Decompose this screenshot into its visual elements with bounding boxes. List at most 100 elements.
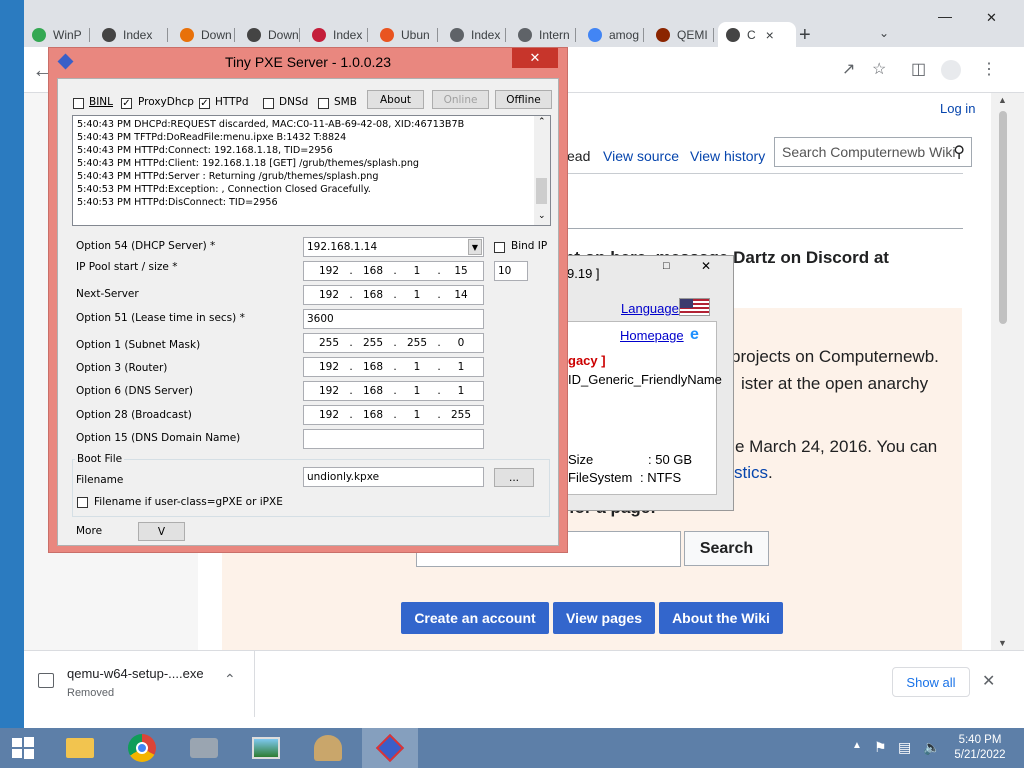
httpd-checkbox[interactable]: ✓	[199, 98, 210, 109]
browser-tab[interactable]: amog	[580, 22, 644, 47]
close-window-icon[interactable]: ✕	[986, 10, 997, 26]
opt54-label: Option 54 (DHCP Server) *	[76, 240, 216, 252]
taskbar-user-app[interactable]	[300, 728, 356, 768]
ip-octet: 1	[413, 265, 421, 277]
log-scrollbar[interactable]: ⌃ ⌄	[534, 116, 550, 225]
browser-tab[interactable]: Index	[442, 22, 506, 47]
pool-size-field[interactable]: 10	[494, 261, 528, 281]
new-tab-button[interactable]: +	[799, 24, 811, 47]
network-icon[interactable]: ▤	[898, 739, 911, 756]
volume-muted-icon[interactable]: 🔈	[923, 739, 940, 756]
bindip-checkbox[interactable]	[494, 242, 505, 253]
taskbar-scanner[interactable]	[176, 728, 232, 768]
filename-if-checkbox[interactable]	[77, 497, 88, 508]
download-status: Removed	[67, 687, 115, 699]
statistics-link[interactable]: stics	[734, 463, 768, 482]
dnsd-checkbox[interactable]	[263, 98, 274, 109]
filename-field[interactable]: undionly.kpxe	[303, 467, 484, 487]
bookmark-star-icon[interactable]: ☆	[872, 59, 886, 79]
browser-tab[interactable]: C ×	[718, 22, 796, 47]
tab-view-history[interactable]: View history	[690, 148, 765, 164]
proxydhcp-checkbox[interactable]: ✓	[121, 98, 132, 109]
taskbar-chrome[interactable]	[114, 728, 170, 768]
system-clock[interactable]: 5:40 PM 5/21/2022	[948, 733, 1012, 763]
browse-button[interactable]: ...	[494, 468, 534, 487]
close-tab-icon[interactable]: ×	[766, 27, 774, 43]
ip-dot: .	[393, 385, 397, 397]
about-wiki-button[interactable]: About the Wiki	[659, 602, 783, 634]
clock-date: 5/21/2022	[954, 749, 1006, 761]
side-panel-icon[interactable]: ◫	[911, 59, 926, 79]
browser-tab[interactable]: Index	[94, 22, 168, 47]
menu-kebab-icon[interactable]: ⋮	[981, 59, 997, 79]
binl-checkbox[interactable]	[73, 98, 84, 109]
browser-tab[interactable]: Ubun	[372, 22, 438, 47]
filename-if-label: Filename if user-class=gPXE or iPXE	[94, 496, 283, 508]
more-toggle-button[interactable]: V	[138, 522, 185, 541]
close-download-bar-icon[interactable]: ✕	[982, 671, 995, 691]
taskbar-tiny-pxe[interactable]	[362, 728, 418, 768]
globe-icon	[518, 27, 532, 42]
dropdown-arrow-icon[interactable]: ▼	[468, 239, 482, 255]
browser-tab[interactable]: QEMI	[648, 22, 714, 47]
download-item[interactable]: qemu-w64-setup-....exe Removed ⌃	[24, 651, 255, 717]
dns-server-field[interactable]: 192 168 1 1...	[303, 381, 484, 401]
action-center-flag-icon[interactable]: ⚑	[874, 739, 887, 756]
wiki-search-input[interactable]: Search Computernewb Wiki ⚲	[774, 137, 972, 167]
pool-start-ip-field[interactable]: 192 168 1 15...	[303, 261, 484, 281]
lease-time-field[interactable]: 3600	[303, 309, 484, 329]
subnet-mask-field[interactable]: 255 255 255 0...	[303, 333, 484, 353]
page-scrollbar[interactable]: ▲ ▼	[991, 93, 1024, 650]
dhcp-server-select[interactable]: 192.168.1.14 ▼	[303, 237, 484, 257]
ip-octet: 168	[362, 265, 384, 277]
wiki-search-button[interactable]: Search	[684, 531, 769, 566]
browser-tab[interactable]: Down	[172, 22, 235, 47]
search-icon[interactable]: ⚲	[953, 142, 965, 162]
next-server-ip-field[interactable]: 192 168 1 14...	[303, 285, 484, 305]
chevron-down-icon[interactable]: ⌄	[538, 210, 546, 223]
browser-tab[interactable]: WinP	[24, 22, 90, 47]
router-ip-field[interactable]: 192 168 1 1...	[303, 357, 484, 377]
tab-strip: WinP Index Down Down Index Ubun Index Intern amo…	[24, 0, 1024, 47]
minimize-icon[interactable]: —	[938, 8, 952, 24]
broadcast-ip-field[interactable]: 192 168 1 255...	[303, 405, 484, 425]
share-icon[interactable]: ↗	[842, 59, 855, 79]
profile-avatar-icon[interactable]	[941, 60, 961, 80]
tab-search-chevron-icon[interactable]: ⌄	[879, 26, 889, 40]
online-button[interactable]: Online	[432, 90, 489, 109]
smb-checkbox[interactable]	[318, 98, 329, 109]
pxe-close-button[interactable]: ✕	[512, 48, 558, 68]
create-account-button[interactable]: Create an account	[401, 602, 549, 634]
tab-view-source[interactable]: View source	[603, 148, 679, 164]
browser-tab[interactable]: Index	[304, 22, 368, 47]
ip-octet: 1	[457, 361, 465, 373]
taskbar-file-explorer[interactable]	[52, 728, 108, 768]
login-link[interactable]: Log in	[940, 101, 975, 116]
log-textarea[interactable]: 5:40:43 PM DHCPd:REQUEST discarded, MAC:…	[72, 115, 551, 226]
chevron-up-icon[interactable]: ⌃	[538, 116, 546, 129]
offline-button[interactable]: Offline	[495, 90, 552, 109]
next-server-label: Next-Server	[76, 288, 139, 300]
browser-tab[interactable]: Intern	[510, 22, 576, 47]
domain-name-field[interactable]	[303, 429, 484, 449]
language-link[interactable]: Language	[621, 301, 679, 316]
show-hidden-icons-chevron-icon[interactable]: ▲	[852, 740, 862, 751]
show-all-button[interactable]: Show all	[892, 667, 970, 697]
log-scroll-thumb[interactable]	[536, 178, 547, 204]
view-pages-button[interactable]: View pages	[553, 602, 655, 634]
scroll-thumb[interactable]	[999, 111, 1007, 324]
scroll-down-arrow-icon[interactable]: ▼	[998, 638, 1007, 648]
ip-dot: .	[437, 361, 441, 373]
taskbar-photos[interactable]	[238, 728, 294, 768]
scroll-up-arrow-icon[interactable]: ▲	[998, 95, 1007, 105]
tab-read[interactable]: ead	[567, 148, 590, 164]
homepage-link[interactable]: Homepage	[620, 328, 684, 343]
minimize-icon[interactable]: □	[663, 260, 670, 272]
start-button[interactable]	[0, 728, 46, 768]
about-button[interactable]: About	[367, 90, 424, 109]
close-icon[interactable]: ✕	[701, 259, 711, 273]
tab-label: Intern	[539, 27, 570, 42]
browser-tab[interactable]: Down	[239, 22, 300, 47]
chevron-up-icon[interactable]: ⌃	[224, 671, 236, 688]
pxe-title-bar[interactable]: Tiny PXE Server - 1.0.0.23 ✕	[49, 48, 567, 76]
